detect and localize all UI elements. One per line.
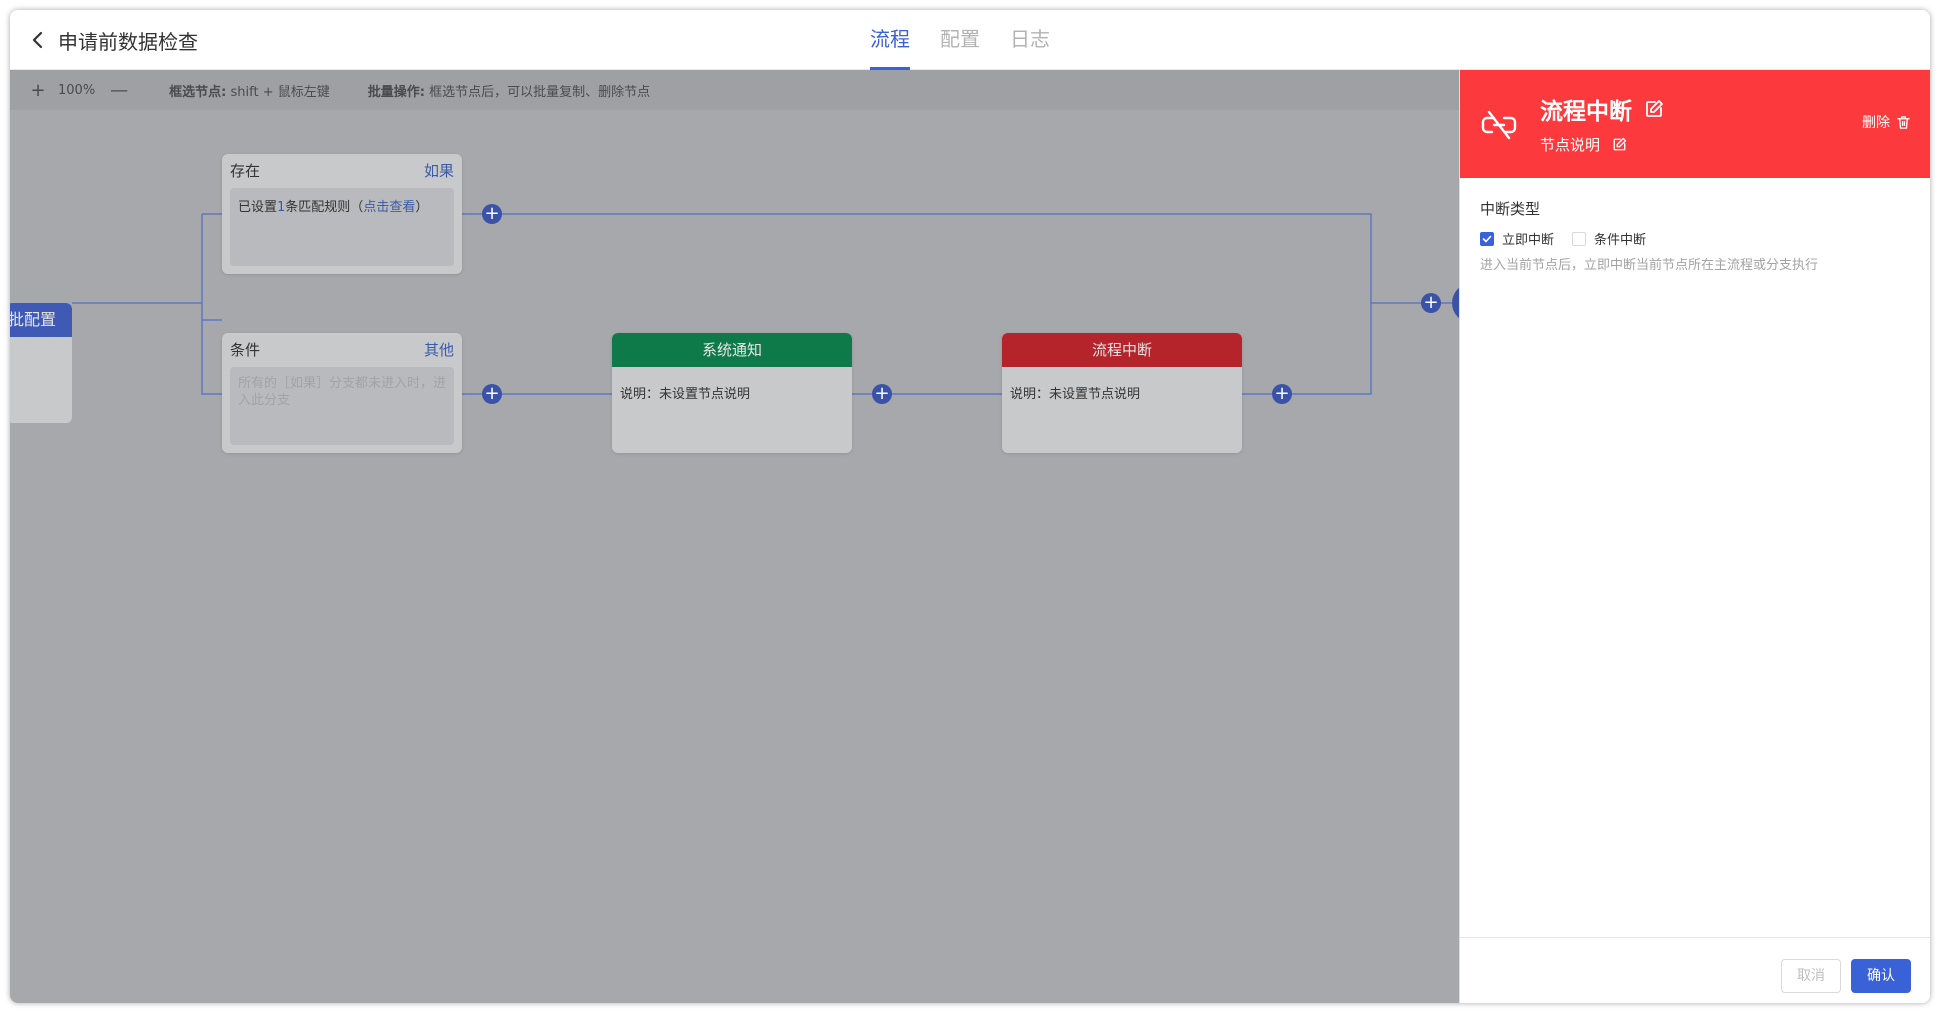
node-settings-panel: 流程中断 节点说明 删除 中断类型 立即中断 条件中断 进入当前节点后，立即中断…	[1459, 70, 1930, 1003]
add-node-button[interactable]: +	[482, 384, 502, 404]
flow-break-title: 流程中断	[1002, 333, 1242, 367]
condition-exists-rules: 已设置1条匹配规则（点击查看）	[230, 188, 454, 266]
edit-title-icon[interactable]	[1644, 99, 1664, 119]
delete-label: 删除	[1862, 115, 1890, 131]
break-type-options: 立即中断 条件中断	[1480, 229, 1911, 248]
chevron-left-icon	[32, 31, 43, 49]
condition-exists-title: 存在	[230, 162, 261, 180]
add-node-button[interactable]: +	[482, 204, 502, 224]
flow-canvas[interactable]: + 100% — 框选节点: shift + 鼠标左键 批量操作: 框选节点后，…	[10, 70, 1459, 1003]
top-header: 申请前数据检查 流程 配置 日志	[10, 10, 1930, 70]
break-type-hint: 进入当前节点后，立即中断当前节点所在主流程或分支执行	[1480, 258, 1819, 273]
panel-title: 流程中断	[1540, 99, 1632, 125]
trash-icon	[1897, 115, 1910, 129]
add-node-button[interactable]: +	[1272, 384, 1292, 404]
delete-node-button[interactable]: 删除	[1862, 112, 1911, 132]
flow-break-node[interactable]: 流程中断 说明：未设置节点说明	[1002, 333, 1242, 453]
system-notify-title: 系统通知	[612, 333, 852, 367]
checkbox-conditional[interactable]	[1572, 231, 1587, 246]
condition-exists-node[interactable]: 存在 如果 已设置1条匹配规则（点击查看）	[222, 154, 462, 274]
approval-config-node[interactable]: 批配置	[10, 303, 72, 423]
panel-footer: 取消 确认	[1460, 937, 1930, 1003]
tab-config[interactable]: 配置	[940, 10, 980, 70]
add-node-button[interactable]: +	[1421, 293, 1441, 313]
option-conditional-break[interactable]: 条件中断	[1572, 229, 1646, 248]
cancel-button[interactable]: 取消	[1781, 959, 1841, 993]
condition-else-node[interactable]: 条件 其他 所有的［如果］分支都未进入时，进入此分支	[222, 333, 462, 453]
check-icon	[1482, 235, 1492, 242]
view-rules-link[interactable]: 点击查看	[363, 200, 415, 215]
panel-body: 中断类型 立即中断 条件中断 进入当前节点后，立即中断当前节点所在主流程或分支执…	[1480, 198, 1911, 273]
checkbox-immediate[interactable]	[1480, 231, 1494, 246]
system-notify-node[interactable]: 系统通知 说明：未设置节点说明	[612, 333, 852, 453]
edit-description-icon[interactable]	[1612, 137, 1627, 152]
tab-flow[interactable]: 流程	[870, 10, 910, 70]
unlink-icon	[1481, 110, 1517, 140]
page-title: 申请前数据检查	[58, 29, 198, 54]
condition-else-placeholder: 所有的［如果］分支都未进入时，进入此分支	[230, 367, 454, 445]
option-immediate-break[interactable]: 立即中断	[1480, 229, 1554, 248]
panel-subtitle: 节点说明	[1540, 136, 1601, 154]
condition-else-tag: 其他	[423, 341, 454, 359]
system-notify-desc: 说明：未设置节点说明	[620, 387, 751, 402]
break-type-label: 中断类型	[1480, 200, 1541, 218]
confirm-button[interactable]: 确认	[1851, 959, 1911, 993]
flow-break-desc: 说明：未设置节点说明	[1010, 387, 1141, 402]
approval-node-title: 批配置	[10, 303, 72, 337]
tab-bar: 流程 配置 日志	[870, 10, 1050, 70]
condition-exists-tag: 如果	[423, 162, 454, 180]
tab-log[interactable]: 日志	[1010, 10, 1050, 70]
app-window: 申请前数据检查 流程 配置 日志 + 100% — 框选节点: shift + …	[10, 10, 1930, 1003]
add-node-button[interactable]: +	[872, 384, 892, 404]
back-button[interactable]: 申请前数据检查	[28, 24, 198, 56]
condition-else-title: 条件	[230, 341, 261, 359]
panel-header: 流程中断 节点说明 删除	[1460, 70, 1930, 178]
